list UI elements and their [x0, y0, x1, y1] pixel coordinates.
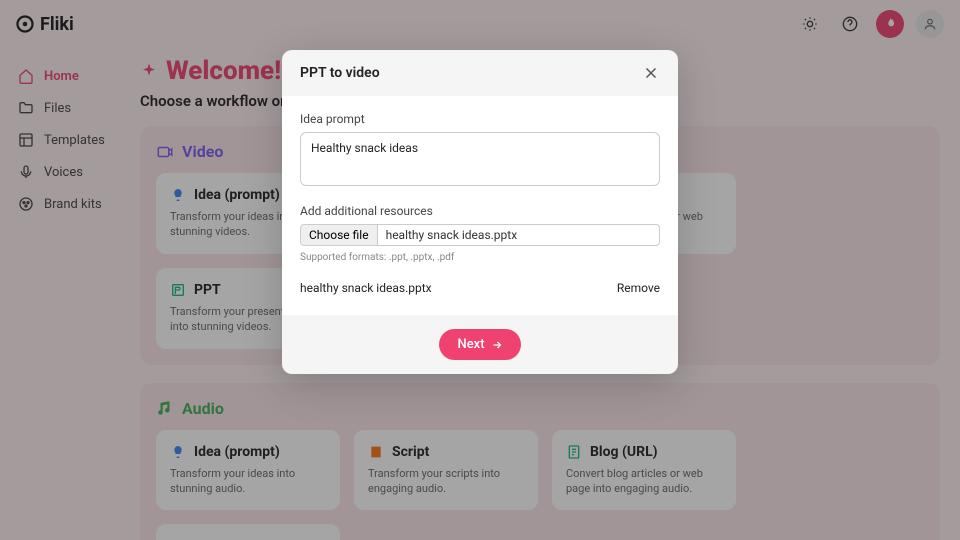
file-input-value: healthy snack ideas.pptx	[378, 225, 526, 245]
resources-label: Add additional resources	[300, 204, 660, 218]
uploaded-file-row: healthy snack ideas.pptx Remove	[300, 277, 660, 299]
ppt-to-video-modal: PPT to video Idea prompt Add additional …	[282, 50, 678, 374]
close-icon[interactable]	[642, 64, 660, 82]
file-hint: Supported formats: .ppt, .pptx, .pdf	[300, 252, 660, 263]
idea-prompt-input[interactable]	[300, 132, 660, 186]
modal-overlay[interactable]: PPT to video Idea prompt Add additional …	[0, 0, 960, 540]
choose-file-button[interactable]: Choose file	[301, 225, 378, 245]
remove-file-button[interactable]: Remove	[617, 281, 660, 295]
uploaded-file-name: healthy snack ideas.pptx	[300, 281, 432, 295]
idea-prompt-label: Idea prompt	[300, 112, 660, 126]
next-button[interactable]: Next	[439, 329, 520, 360]
file-input[interactable]: Choose file healthy snack ideas.pptx	[300, 224, 660, 246]
modal-title: PPT to video	[300, 65, 380, 81]
arrow-right-icon	[491, 339, 503, 351]
